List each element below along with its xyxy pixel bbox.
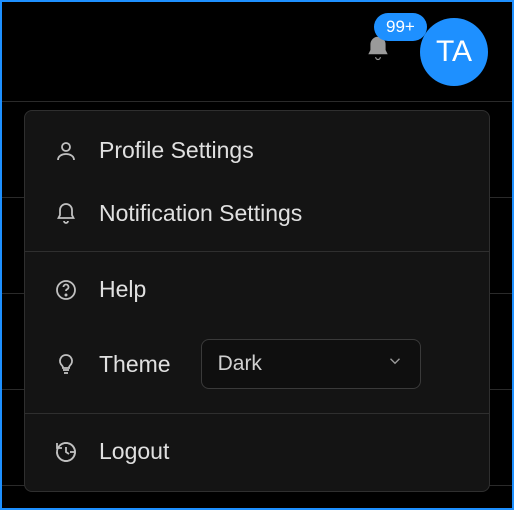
menu-item-notifications[interactable]: Notification Settings [25,182,489,245]
theme-value: Dark [218,352,262,376]
menu-item-theme: Theme Dark [25,321,489,407]
theme-label: Theme [99,351,171,378]
menu-divider [25,413,489,414]
menu-item-label: Profile Settings [99,137,254,164]
notifications-button[interactable]: 99+ [364,35,392,68]
user-menu: Profile Settings Notification Settings H… [24,110,490,492]
menu-item-logout[interactable]: Logout [25,420,489,483]
avatar[interactable]: TA [420,18,488,86]
lightbulb-icon [53,351,79,377]
menu-divider [25,251,489,252]
menu-item-label: Help [99,276,146,303]
header-bar: 99+ TA [2,2,512,102]
user-icon [53,138,79,164]
menu-item-profile[interactable]: Profile Settings [25,119,489,182]
logout-icon [53,439,79,465]
notification-badge: 99+ [374,13,427,41]
bell-outline-icon [53,201,79,227]
chevron-down-icon [386,352,404,376]
menu-item-label: Logout [99,438,169,465]
menu-item-help[interactable]: Help [25,258,489,321]
menu-item-label: Notification Settings [99,200,302,227]
theme-select[interactable]: Dark [201,339,421,389]
help-icon [53,277,79,303]
avatar-initials: TA [436,35,472,69]
